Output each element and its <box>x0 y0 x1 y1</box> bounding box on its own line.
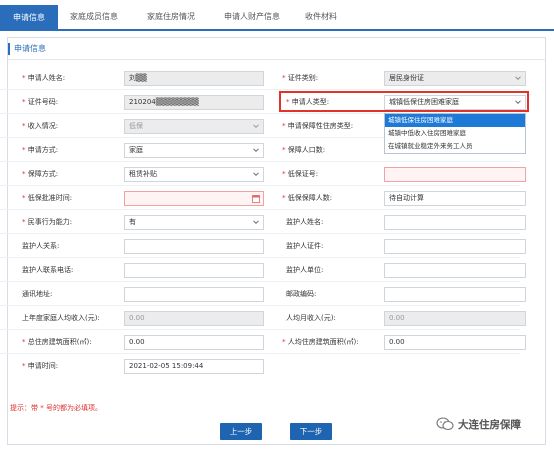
row-guardian-relation: 监护人关系: 监护人证件: <box>0 234 526 258</box>
label-guarantee-method: * 保障方式: <box>22 170 59 178</box>
row-area: * 总住房建筑面积(㎡): 0.00 * 人均住房建筑面积(㎡): 0.00 <box>0 330 526 354</box>
label-income: * 收入情况: <box>22 122 59 130</box>
row-address: 通讯地址: 邮政编码: <box>0 282 526 306</box>
postcode-input[interactable] <box>384 287 526 302</box>
label-guardian-name: 监护人姓名: <box>286 218 324 226</box>
address-input[interactable] <box>124 287 264 302</box>
apply-method-select[interactable]: 家庭 <box>124 143 264 158</box>
wechat-icon <box>436 417 454 431</box>
row-apply-time: * 申请时间: 2021-02-05 15:09:44 <box>0 354 520 378</box>
label-guardian-id: 监护人证件: <box>286 242 324 250</box>
dropdown-option[interactable]: 在城镇就业稳定外来务工人员 <box>385 140 525 153</box>
label-address: 通讯地址: <box>22 290 53 298</box>
label-id-type: * 证件类别: <box>282 74 319 82</box>
label-household-count: * 保障人口数: <box>282 146 326 154</box>
row-income-stats: 上年度家庭人均收入(元): 0.00 人均月收入(元): 0.00 <box>0 306 526 330</box>
calendar-icon[interactable] <box>252 194 260 203</box>
required-hint: 提示：带 * 号的都为必填项。 <box>10 404 102 412</box>
label-dibao-persons: * 低保保障人数: <box>282 194 333 202</box>
label-postcode: 邮政编码: <box>286 290 317 298</box>
apply-time-input[interactable]: 2021-02-05 15:09:44 <box>124 359 264 374</box>
next-button[interactable]: 下一步 <box>290 423 332 440</box>
tab-received-materials[interactable]: 收件材料 <box>296 5 346 29</box>
panel-title: 申请信息 <box>8 38 545 60</box>
chevron-down-icon <box>253 171 259 177</box>
label-monthly-income: 人均月收入(元): <box>286 314 336 322</box>
label-guardian-unit: 监护人单位: <box>286 266 324 274</box>
label-dibao-cert: * 低保证号: <box>282 170 319 178</box>
last-year-income-field: 0.00 <box>124 311 264 326</box>
chevron-down-icon <box>515 75 521 81</box>
dibao-date-input[interactable] <box>124 191 264 206</box>
chevron-down-icon <box>253 123 259 129</box>
chevron-down-icon <box>253 147 259 153</box>
tab-applicant-assets[interactable]: 申请人财产信息 <box>214 5 290 29</box>
guardian-id-input[interactable] <box>384 239 526 254</box>
row-guarantee: * 保障方式: 租赁补贴 * 低保证号: <box>0 162 526 186</box>
guarantee-method-select[interactable]: 租赁补贴 <box>124 167 264 182</box>
tab-family-members[interactable]: 家庭成员信息 <box>62 5 126 29</box>
applicant-name-field[interactable]: 刘▒▒ <box>124 71 264 86</box>
applicant-type-highlight <box>279 91 529 112</box>
label-housing-type: * 申请保障性住房类型: <box>282 122 354 130</box>
per-capita-area-input[interactable]: 0.00 <box>384 335 526 350</box>
dropdown-option[interactable]: 城镇低保住房困难家庭 <box>385 114 525 127</box>
label-applicant-name: * 申请人姓名: <box>22 74 66 82</box>
label-total-area: * 总住房建筑面积(㎡): <box>22 338 92 346</box>
total-area-input[interactable]: 0.00 <box>124 335 264 350</box>
civil-capacity-select[interactable]: 有 <box>124 215 264 230</box>
label-guardian-phone: 监护人联系电话: <box>22 266 74 274</box>
prev-button[interactable]: 上一步 <box>220 423 262 440</box>
label-id-number: * 证件号码: <box>22 98 59 106</box>
row-guardian-phone: 监护人联系电话: 监护人单位: <box>0 258 526 282</box>
row-capacity: * 民事行为能力: 有 监护人姓名: <box>0 210 526 234</box>
label-dibao-date: * 低保批准时间: <box>22 194 73 202</box>
label-last-year-income: 上年度家庭人均收入(元): <box>22 314 100 322</box>
guardian-name-input[interactable] <box>384 215 526 230</box>
guardian-unit-input[interactable] <box>384 263 526 278</box>
tab-application-info[interactable]: 申请信息 <box>0 5 58 31</box>
monthly-income-field: 0.00 <box>384 311 526 326</box>
title-accent-bar <box>8 43 10 55</box>
label-civil-capacity: * 民事行为能力: <box>22 218 73 226</box>
row-name: * 申请人姓名: 刘▒▒ * 证件类别: 居民身份证 <box>0 66 526 90</box>
guardian-relation-input[interactable] <box>124 239 264 254</box>
applicant-type-dropdown: 城镇低保住房困难家庭 城镇中低收入住房困难家庭 在城镇就业稳定外来务工人员 <box>384 113 526 154</box>
dibao-cert-input[interactable] <box>384 167 526 182</box>
tab-family-housing[interactable]: 家庭住房情况 <box>138 5 204 29</box>
label-apply-time: * 申请时间: <box>22 362 59 370</box>
watermark-text: 大连住房保障 <box>458 419 521 431</box>
chevron-down-icon <box>253 219 259 225</box>
row-dibao: * 低保批准时间: * 低保保障人数: 待自动计算 <box>0 186 526 210</box>
label-per-capita-area: * 人均住房建筑面积(㎡): <box>282 338 359 346</box>
application-page: 申请信息 家庭成员信息 家庭住房情况 申请人财产信息 收件材料 申请信息 * 申… <box>0 0 554 449</box>
id-number-field[interactable]: 210204▒▒▒▒▒▒▒▒ <box>124 95 264 110</box>
panel-title-text: 申请信息 <box>14 44 46 53</box>
tab-bar: 申请信息 家庭成员信息 家庭住房情况 申请人财产信息 收件材料 <box>0 0 554 31</box>
income-select[interactable]: 低保 <box>124 119 264 134</box>
label-guardian-relation: 监护人关系: <box>22 242 60 250</box>
label-apply-method: * 申请方式: <box>22 146 59 154</box>
guardian-phone-input[interactable] <box>124 263 264 278</box>
dibao-persons-field: 待自动计算 <box>384 191 526 206</box>
id-type-select[interactable]: 居民身份证 <box>384 71 526 86</box>
dropdown-option[interactable]: 城镇中低收入住房困难家庭 <box>385 127 525 140</box>
